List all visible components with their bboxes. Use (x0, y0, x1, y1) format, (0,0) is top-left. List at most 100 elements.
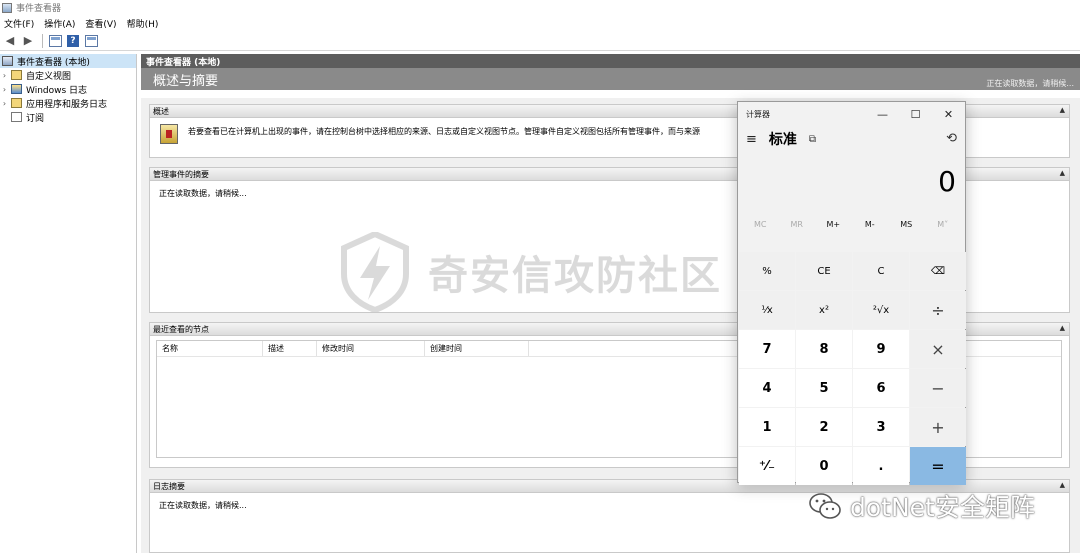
toolbar-separator (42, 33, 43, 48)
memory-subtract-button[interactable]: M- (853, 220, 887, 229)
window-titlebar: 事件查看器 (0, 0, 1080, 15)
menu-view[interactable]: 查看(V) (85, 17, 116, 30)
console-tree-icon (48, 34, 62, 47)
section-title: 管理事件的摘要 (153, 169, 209, 179)
calculator-display: 0 (938, 165, 956, 198)
overview-summary-title: 概述与摘要 正在读取数据，请稍候... (141, 68, 1080, 90)
column-created-time[interactable]: 创建时间 (425, 341, 529, 356)
chevron-right-icon[interactable]: › (0, 71, 9, 80)
section-title: 最近查看的节点 (153, 324, 209, 334)
memory-add-button[interactable]: M+ (816, 220, 850, 229)
tree-item-label: Windows 日志 (26, 85, 88, 96)
digit-1-button[interactable]: 1 (739, 408, 795, 446)
event-viewer-icon (2, 56, 13, 66)
memory-store-button[interactable]: MS (889, 220, 923, 229)
memory-clear-button[interactable]: MC (743, 220, 777, 229)
section-title: 日志摘要 (153, 481, 185, 491)
negate-button[interactable]: ⁺⁄₋ (739, 447, 795, 485)
clear-entry-button[interactable]: CE (796, 252, 852, 290)
calculator-title: 计算器 (746, 109, 770, 119)
memory-recall-button[interactable]: MR (780, 220, 814, 229)
action-pane-icon (84, 34, 98, 47)
column-modified-time[interactable]: 修改时间 (317, 341, 425, 356)
toolbar: ◀ ▶ ? (0, 31, 1080, 51)
chevron-right-icon[interactable]: › (0, 85, 9, 94)
show-hide-action-pane-button[interactable] (83, 33, 99, 49)
calculator-nav: ≡ 标准 ⧉ ⟲ (738, 126, 965, 152)
wechat-channel-name: dotNet安全矩阵 (850, 493, 1035, 522)
digit-8-button[interactable]: 8 (796, 330, 852, 368)
plus-button[interactable]: + (910, 408, 966, 446)
digit-3-button[interactable]: 3 (853, 408, 909, 446)
show-hide-console-tree-button[interactable] (47, 33, 63, 49)
back-arrow-icon[interactable]: ◀ (2, 33, 18, 49)
decimal-button[interactable]: . (853, 447, 909, 485)
tree-item-windows-logs[interactable]: › Windows 日志 (0, 82, 136, 96)
menu-bar: 文件(F) 操作(A) 查看(V) 帮助(H) (0, 15, 1080, 31)
tree-item-subscriptions[interactable]: 订阅 (0, 110, 136, 124)
square-button[interactable]: x² (796, 291, 852, 329)
divide-button[interactable]: ÷ (910, 291, 966, 329)
tree-item-custom-views[interactable]: › 自定义视图 (0, 68, 136, 82)
help-button[interactable]: ? (65, 33, 81, 49)
clear-button[interactable]: C (853, 252, 909, 290)
hamburger-menu-icon[interactable]: ≡ (746, 132, 757, 147)
tree-item-label: 事件查看器 (本地) (17, 57, 90, 68)
calculator-window[interactable]: 计算器 — ☐ ✕ ≡ 标准 ⧉ ⟲ 0 MC MR M+ M- MS M˅ %… (737, 101, 966, 485)
collapse-up-icon[interactable]: ▲ (1060, 324, 1065, 332)
maximize-icon[interactable]: ☐ (899, 102, 932, 126)
loading-status: 正在读取数据，请稍候... (986, 79, 1074, 88)
main-header: 事件查看器 (本地) (141, 54, 1080, 68)
memory-row: MC MR M+ M- MS M˅ (738, 212, 965, 236)
equals-button[interactable]: = (910, 447, 966, 485)
window-title: 事件查看器 (16, 4, 62, 14)
forward-arrow-icon[interactable]: ▶ (20, 33, 36, 49)
collapse-up-icon[interactable]: ▲ (1060, 481, 1065, 489)
digit-4-button[interactable]: 4 (739, 369, 795, 407)
minus-button[interactable]: − (910, 369, 966, 407)
tree-item-event-viewer-local[interactable]: 事件查看器 (本地) (0, 54, 136, 68)
close-icon[interactable]: ✕ (932, 102, 965, 126)
square-root-button[interactable]: ²√x (853, 291, 909, 329)
tree-item-label: 应用程序和服务日志 (26, 99, 108, 110)
minimize-icon[interactable]: — (866, 102, 899, 126)
windows-logs-icon (11, 84, 22, 94)
subscriptions-icon (11, 112, 22, 122)
menu-action[interactable]: 操作(A) (44, 17, 75, 30)
tree-item-app-service-logs[interactable]: › 应用程序和服务日志 (0, 96, 136, 110)
menu-file[interactable]: 文件(F) (4, 17, 34, 30)
multiply-button[interactable]: × (910, 330, 966, 368)
event-log-icon (160, 124, 178, 144)
chevron-right-icon[interactable]: › (0, 99, 9, 108)
reciprocal-button[interactable]: ¹⁄x (739, 291, 795, 329)
digit-7-button[interactable]: 7 (739, 330, 795, 368)
digit-9-button[interactable]: 9 (853, 330, 909, 368)
backspace-button[interactable]: ⌫ (910, 252, 966, 290)
calculator-keypad: % CE C ⌫ ¹⁄x x² ²√x ÷ 7 8 9 × 4 5 6 − 1 … (739, 252, 966, 485)
overview-text: 若要查看已在计算机上出现的事件，请在控制台树中选择相应的来源、日志或自定义视图节… (188, 127, 700, 136)
keep-on-top-icon[interactable]: ⧉ (809, 134, 816, 145)
help-icon: ? (67, 34, 79, 47)
tree-item-label: 订阅 (26, 113, 45, 124)
percent-button[interactable]: % (739, 252, 795, 290)
event-viewer-icon (2, 2, 12, 13)
digit-2-button[interactable]: 2 (796, 408, 852, 446)
digit-0-button[interactable]: 0 (796, 447, 852, 485)
folder-icon (11, 98, 22, 108)
digit-6-button[interactable]: 6 (853, 369, 909, 407)
calculator-titlebar[interactable]: 计算器 — ☐ ✕ (738, 102, 965, 126)
folder-icon (11, 70, 22, 80)
console-tree: 事件查看器 (本地) › 自定义视图 › Windows 日志 › 应用程序和服… (0, 54, 137, 553)
wechat-icon (809, 493, 841, 519)
wechat-watermark: dotNet安全矩阵 (808, 488, 1035, 524)
collapse-up-icon[interactable]: ▲ (1060, 169, 1065, 177)
collapse-up-icon[interactable]: ▲ (1060, 106, 1065, 114)
digit-5-button[interactable]: 5 (796, 369, 852, 407)
page-title: 概述与摘要 (153, 73, 219, 89)
menu-help[interactable]: 帮助(H) (127, 17, 159, 30)
history-icon[interactable]: ⟲ (946, 131, 957, 146)
column-description[interactable]: 描述 (263, 341, 317, 356)
tree-item-label: 自定义视图 (26, 71, 72, 82)
column-name[interactable]: 名称 (157, 341, 263, 356)
memory-list-button[interactable]: M˅ (926, 220, 960, 229)
